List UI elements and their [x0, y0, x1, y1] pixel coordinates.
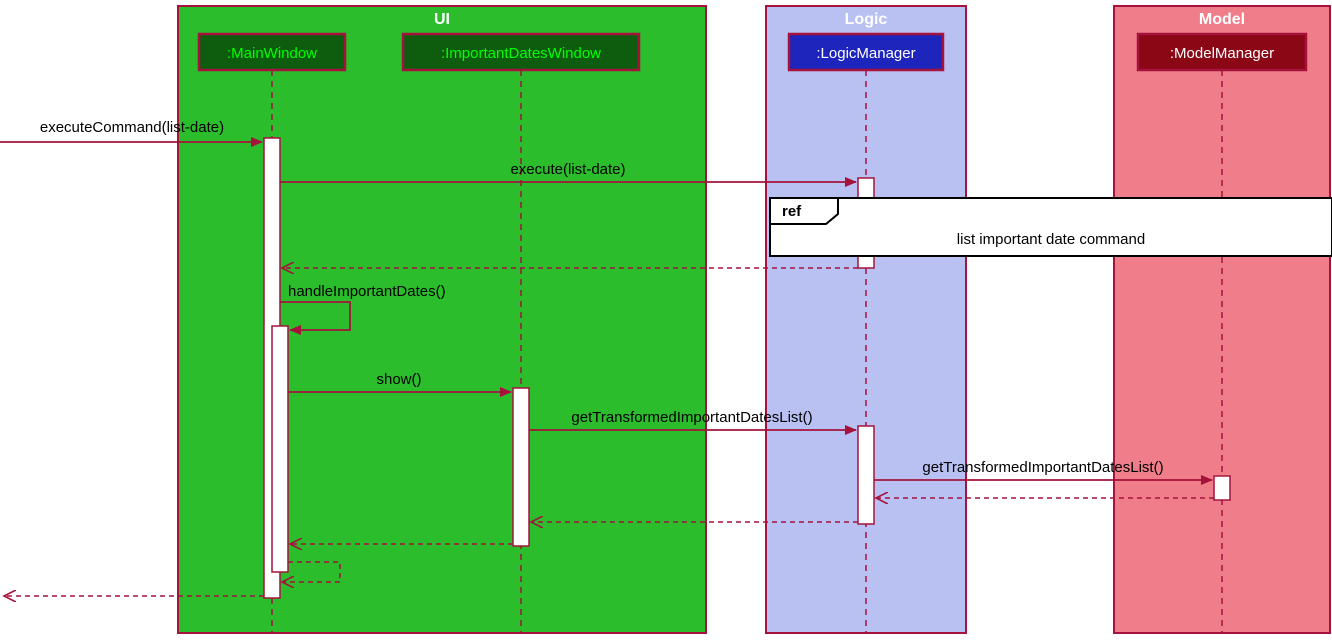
package-model: [1114, 6, 1330, 633]
package-logic: [766, 6, 966, 633]
msg-handle-important-dates-label: handleImportantDates(): [288, 283, 446, 300]
ref-fragment-text: list important date command: [957, 231, 1145, 248]
activation-model-manager: [1214, 476, 1230, 500]
package-logic-title: Logic: [845, 11, 888, 28]
lifeline-important-dates-window-label: :ImportantDatesWindow: [441, 45, 601, 62]
package-ui: [178, 6, 706, 633]
package-ui-title: UI: [434, 11, 450, 28]
lifeline-main-window-label: :MainWindow: [227, 45, 317, 62]
msg-get-transformed-2-label: getTransformedImportantDatesList(): [922, 459, 1163, 476]
msg-execute-label: execute(list-date): [510, 161, 625, 178]
ref-fragment-tag: ref: [782, 203, 802, 220]
lifeline-logic-manager-label: :LogicManager: [816, 45, 915, 62]
lifeline-main-window-head: :MainWindow: [199, 34, 345, 70]
ref-fragment: ref list important date command: [770, 198, 1332, 256]
activation-logic-manager-get: [858, 426, 874, 524]
activation-main-window-inner: [272, 326, 288, 572]
sequence-diagram: UI Logic Model :MainWindow :ImportantDat…: [0, 0, 1332, 640]
lifeline-important-dates-window-head: :ImportantDatesWindow: [403, 34, 639, 70]
activation-important-dates-window: [513, 388, 529, 546]
lifeline-model-manager-head: :ModelManager: [1138, 34, 1306, 70]
msg-execute-command-label: executeCommand(list-date): [40, 119, 224, 136]
lifeline-logic-manager-head: :LogicManager: [789, 34, 943, 70]
lifeline-model-manager-label: :ModelManager: [1170, 45, 1274, 62]
msg-show-label: show(): [376, 371, 421, 388]
package-model-title: Model: [1199, 11, 1245, 28]
msg-get-transformed-1-label: getTransformedImportantDatesList(): [571, 409, 812, 426]
